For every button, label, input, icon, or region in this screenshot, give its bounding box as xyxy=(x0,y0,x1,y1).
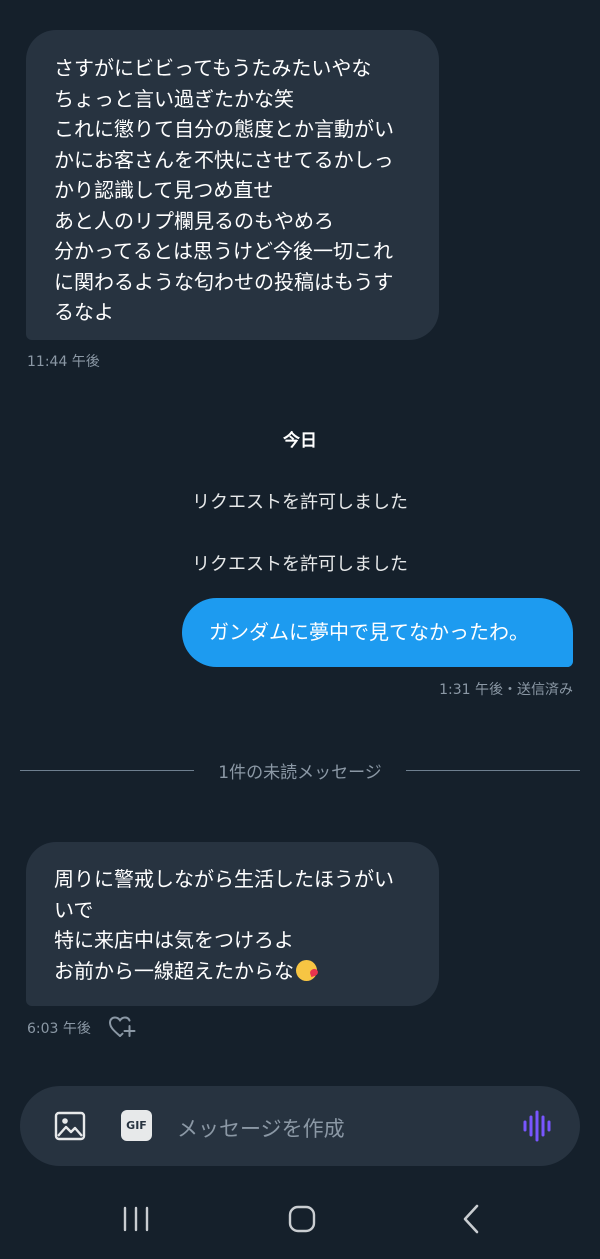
system-notice: リクエストを許可しました xyxy=(192,492,408,513)
message-line: いで xyxy=(54,897,94,922)
message-line: ちょっと言い過ぎたかな笑 xyxy=(54,86,294,111)
outgoing-message-bubble[interactable]: ガンダムに夢中で見てなかったわ。 xyxy=(182,598,573,667)
back-icon[interactable] xyxy=(456,1203,488,1239)
message-line: これに懲りて自分の態度とか言動がい xyxy=(54,117,394,141)
message-composer: GIF メッセージを作成 xyxy=(20,1086,580,1166)
gif-icon[interactable]: GIF xyxy=(121,1110,152,1141)
kissing-face-heart-icon xyxy=(296,959,317,981)
message-line: お前から一線超えたからな xyxy=(54,956,413,987)
home-icon[interactable] xyxy=(286,1203,318,1239)
message-line: 特に来店中は気をつけろよ xyxy=(54,928,294,952)
unread-divider-label: 1件の未読メッセージ xyxy=(218,763,382,783)
message-line: に関わるような匂わせの投稿はもうす xyxy=(54,269,394,294)
system-notice: リクエストを許可しました xyxy=(192,554,408,575)
message-line: かり認識して見つめ直せ xyxy=(54,178,274,202)
sent-status: 1:31 午後・送信済み xyxy=(439,682,573,698)
message-line: さすがにビビってもうたみたいやな xyxy=(54,56,372,80)
system-navigation-bar xyxy=(0,1185,600,1259)
message-timestamp: 6:03 午後 xyxy=(27,1021,91,1037)
message-line: 周りに警戒しながら生活したほうがい xyxy=(54,867,394,891)
incoming-message-bubble[interactable]: 周りに警戒しながら生活したほうがい いで 特に来店中は気をつけろよ お前から一線… xyxy=(26,842,439,1006)
voice-wave-icon[interactable] xyxy=(521,1110,553,1146)
image-icon[interactable] xyxy=(54,1110,86,1146)
heart-plus-icon[interactable] xyxy=(108,1015,136,1039)
message-timestamp: 11:44 午後 xyxy=(27,354,100,370)
day-label: 今日 xyxy=(283,431,317,451)
recent-apps-icon[interactable] xyxy=(120,1203,152,1239)
unread-divider: 1件の未読メッセージ xyxy=(20,763,580,783)
message-line: かにお客さんを不快にさせてるかしっ xyxy=(54,147,394,172)
incoming-message-bubble[interactable]: さすがにビビってもうたみたいやな ちょっと言い過ぎたかな笑 これに懲りて自分の態… xyxy=(26,30,439,340)
outgoing-message-text: ガンダムに夢中で見てなかったわ。 xyxy=(209,620,529,644)
message-input[interactable]: メッセージを作成 xyxy=(177,1113,345,1143)
message-line: 分かってるとは思うけど今後一切これ xyxy=(54,239,393,263)
message-line: るなよ xyxy=(54,300,114,324)
message-line: あと人のリプ欄見るのもやめろ xyxy=(54,208,334,233)
